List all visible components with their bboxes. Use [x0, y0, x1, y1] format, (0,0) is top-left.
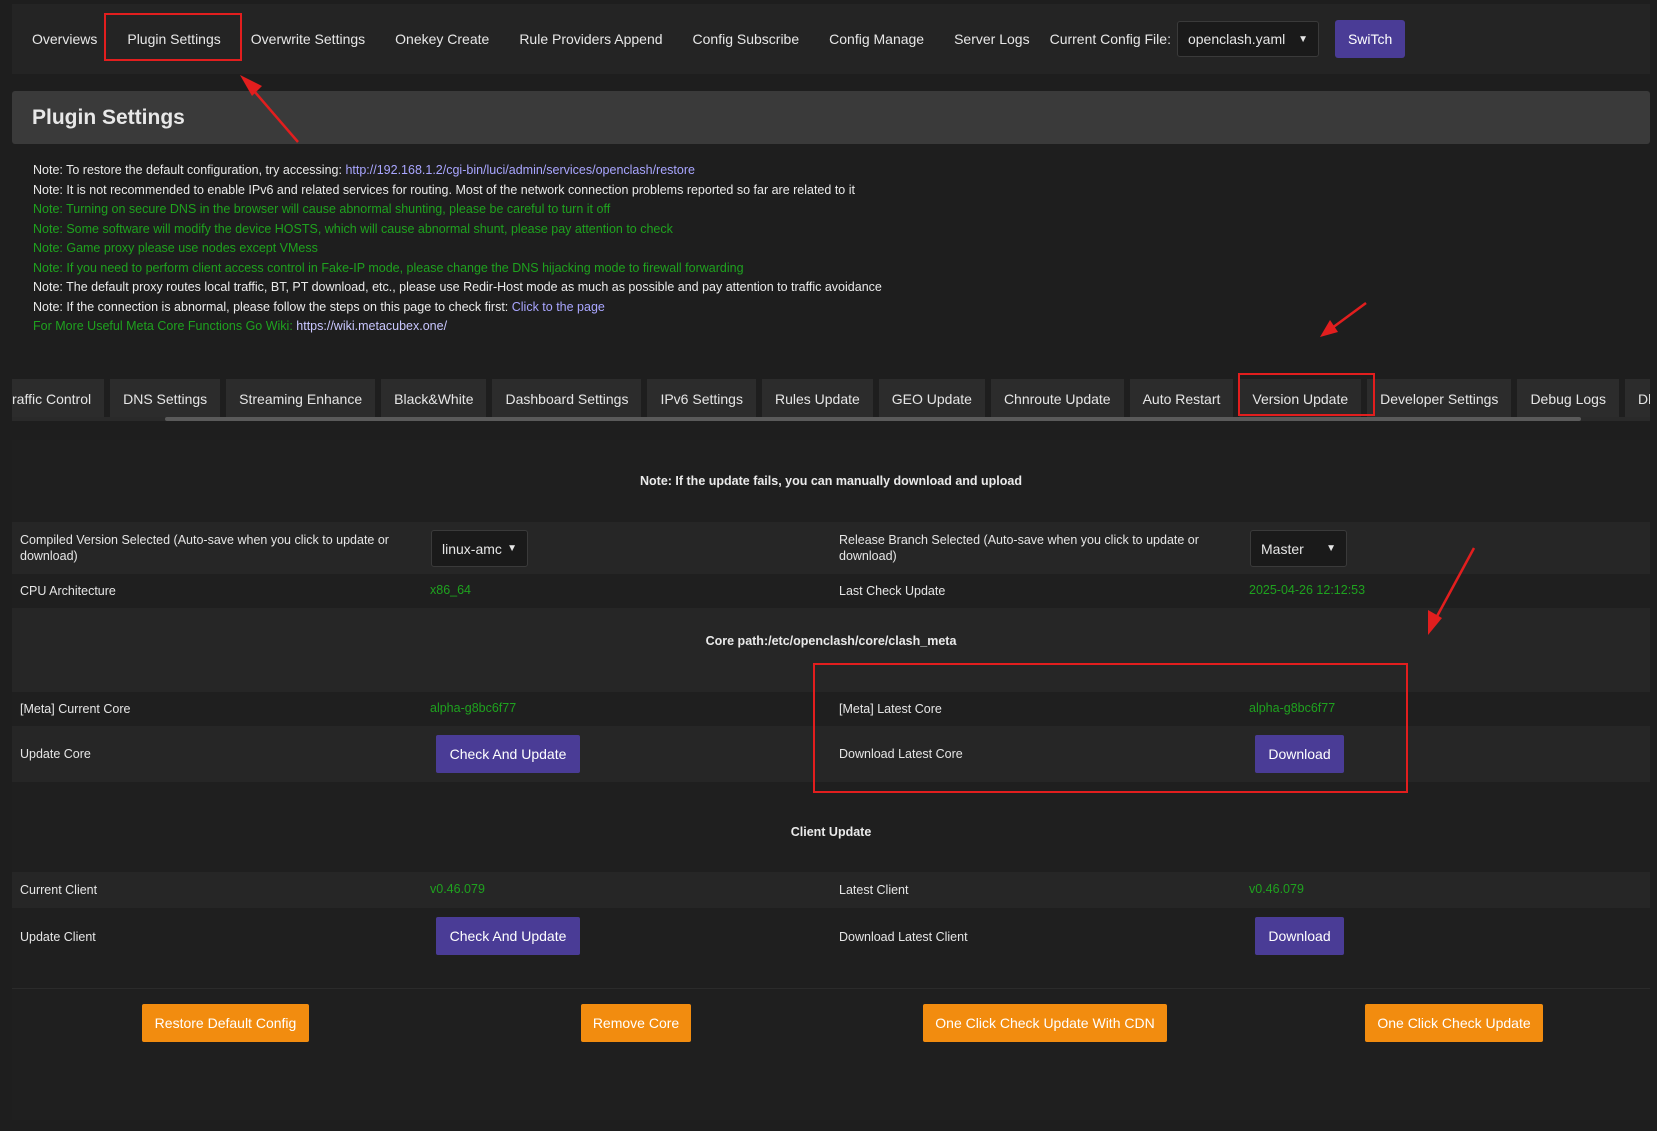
tab-chnroute-update[interactable]: Chnroute Update: [990, 379, 1124, 419]
compiled-row: Compiled Version Selected (Auto-save whe…: [12, 522, 1650, 574]
download-core-button[interactable]: Download: [1255, 735, 1344, 773]
top-nav: Overviews Plugin Settings Overwrite Sett…: [12, 4, 1650, 74]
latest-core-value: alpha-g8bc6f77: [1249, 701, 1336, 715]
tab-dashboard-settings[interactable]: Dashboard Settings: [492, 379, 642, 419]
one-click-check-update-button[interactable]: One Click Check Update: [1365, 1004, 1543, 1042]
latest-client-label: Latest Client: [839, 883, 909, 897]
arrow-icon: [1320, 301, 1367, 337]
cpu-row: CPU Architecture x86_64 Last Check Updat…: [12, 574, 1650, 608]
current-client-label: Current Client: [20, 883, 98, 897]
tab-config-subscribe[interactable]: Config Subscribe: [691, 23, 802, 55]
note-connection: Note: If the connection is abnormal, ple…: [33, 298, 882, 318]
tab-server-logs[interactable]: Server Logs: [952, 23, 1031, 55]
version-update-panel: Note: If the update fails, you can manua…: [12, 440, 1650, 1120]
check-and-update-core-button[interactable]: Check And Update: [436, 735, 580, 773]
client-version-row: Current Client v0.46.079 Latest Client v…: [12, 872, 1650, 908]
note-fake-ip: Note: If you need to perform client acce…: [33, 260, 744, 275]
last-check-label: Last Check Update: [839, 584, 946, 598]
note-game-proxy: Note: Game proxy please use nodes except…: [33, 241, 318, 255]
tab-dns-settings[interactable]: DNS Settings: [110, 379, 221, 419]
compiled-version-label: Compiled Version Selected (Auto-save whe…: [20, 533, 389, 563]
note-restore: Note: To restore the default configurati…: [33, 161, 882, 181]
tab-rules-update[interactable]: Rules Update: [761, 379, 873, 419]
current-core-label: [Meta] Current Core: [20, 702, 131, 716]
wiki-link[interactable]: https://wiki.metacubex.one/: [296, 319, 447, 333]
client-update-title: Client Update: [790, 825, 872, 839]
restore-default-config-button[interactable]: Restore Default Config: [142, 1004, 309, 1042]
download-client-button[interactable]: Download: [1255, 917, 1344, 955]
page-title: Plugin Settings: [32, 105, 185, 129]
tab-dle[interactable]: Dle: [1624, 379, 1650, 419]
note-secure-dns: Note: Turning on secure DNS in the brows…: [33, 202, 611, 216]
tab-onekey-create[interactable]: Onekey Create: [393, 23, 491, 55]
page-header: Plugin Settings: [12, 91, 1650, 144]
release-branch-select[interactable]: Master ▼: [1250, 530, 1347, 567]
note-text: Note: To restore the default configurati…: [33, 163, 346, 177]
update-core-label: Update Core: [20, 747, 91, 761]
config-file-value: openclash.yaml: [1187, 31, 1286, 47]
tab-plugin-settings[interactable]: Plugin Settings: [125, 23, 222, 61]
check-page-link[interactable]: Click to the page: [512, 300, 605, 314]
remove-core-button[interactable]: Remove Core: [581, 1004, 691, 1042]
note-wiki: For More Useful Meta Core Functions Go W…: [33, 317, 882, 337]
tab-overwrite-settings[interactable]: Overwrite Settings: [249, 23, 367, 55]
release-branch-label: Release Branch Selected (Auto-save when …: [839, 533, 1199, 563]
latest-client-value: v0.46.079: [1249, 882, 1304, 896]
tab-debug-logs[interactable]: Debug Logs: [1517, 379, 1619, 419]
update-fail-note: Note: If the update fails, you can manua…: [640, 474, 1022, 488]
tabs-scrollbar-thumb[interactable]: [165, 417, 1581, 421]
note-default-proxy: Note: The default proxy routes local tra…: [33, 280, 882, 294]
chevron-down-icon: ▼: [1326, 543, 1336, 554]
tab-geo-update[interactable]: GEO Update: [878, 379, 985, 419]
latest-core-label: [Meta] Latest Core: [839, 702, 942, 716]
cpu-arch-label: CPU Architecture: [20, 584, 116, 598]
core-update-row: Update Core Check And Update Download La…: [12, 726, 1650, 782]
chevron-down-icon: ▼: [507, 543, 517, 554]
switch-button[interactable]: SwiTch: [1334, 20, 1406, 58]
settings-sub-tabs: raffic Control DNS Settings Streaming En…: [12, 379, 1650, 419]
tab-streaming-enhance[interactable]: Streaming Enhance: [226, 379, 376, 419]
tab-developer-settings[interactable]: Developer Settings: [1367, 379, 1512, 419]
compiled-version-select[interactable]: linux-amc ▼: [431, 530, 528, 567]
config-file-label: Current Config File:: [1049, 31, 1171, 47]
tab-rule-providers-append[interactable]: Rule Providers Append: [517, 23, 664, 55]
tab-traffic-control[interactable]: raffic Control: [12, 379, 105, 419]
core-version-row: [Meta] Current Core alpha-g8bc6f77 [Meta…: [12, 692, 1650, 726]
note-ipv6: Note: It is not recommended to enable IP…: [33, 182, 855, 197]
download-client-label: Download Latest Client: [839, 930, 968, 944]
note-text: For More Useful Meta Core Functions Go W…: [33, 319, 297, 333]
tab-auto-restart[interactable]: Auto Restart: [1129, 379, 1234, 419]
compiled-version-value: linux-amc: [442, 540, 502, 557]
cpu-arch-value: x86_64: [430, 583, 472, 597]
release-branch-value: Master: [1261, 540, 1304, 557]
one-click-check-cdn-button[interactable]: One Click Check Update With CDN: [923, 1004, 1167, 1042]
last-check-value: 2025-04-26 12:12:53: [1249, 583, 1366, 597]
tab-config-manage[interactable]: Config Manage: [827, 23, 926, 55]
tab-ipv6-settings[interactable]: IPv6 Settings: [647, 379, 756, 419]
check-and-update-client-button[interactable]: Check And Update: [436, 917, 580, 955]
chevron-down-icon: ▼: [1298, 33, 1308, 45]
client-update-row: Update Client Check And Update Download …: [12, 908, 1650, 964]
tab-overviews[interactable]: Overviews: [30, 23, 99, 55]
update-client-label: Update Client: [20, 930, 96, 944]
core-path-row: Core path:/etc/openclash/core/clash_meta: [12, 608, 1650, 692]
actions-row: Restore Default Config Remove Core One C…: [12, 988, 1650, 1050]
tab-version-update[interactable]: Version Update: [1239, 379, 1362, 419]
note-text: Note: If the connection is abnormal, ple…: [33, 299, 512, 314]
core-path: Core path:/etc/openclash/core/clash_meta: [705, 634, 957, 648]
current-client-value: v0.46.079: [430, 882, 485, 896]
restore-link[interactable]: http://192.168.1.2/cgi-bin/luci/admin/se…: [345, 163, 695, 177]
tab-black-white[interactable]: Black&White: [381, 379, 487, 419]
note-hosts: Note: Some software will modify the devi…: [33, 221, 673, 236]
current-core-value: alpha-g8bc6f77: [430, 701, 517, 715]
config-file-select[interactable]: openclash.yaml ▼: [1176, 21, 1319, 57]
notes-list: Note: To restore the default configurati…: [33, 161, 882, 337]
download-core-label: Download Latest Core: [839, 747, 963, 761]
